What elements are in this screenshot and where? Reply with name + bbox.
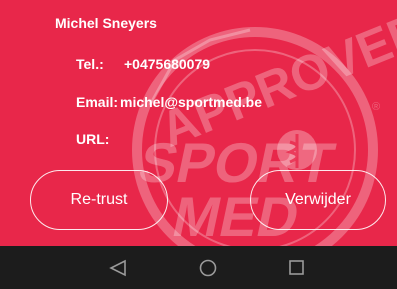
phone-row: Tel.: +0475680079 [76,56,210,72]
contact-name: Michel Sneyers [55,15,157,31]
contact-card: APPROVED SPORT MED ® Michel Sneyers Tel.… [0,0,397,246]
phone-value[interactable]: +0475680079 [124,56,210,72]
email-row: Email: michel@sportmed.be [76,94,262,110]
home-circle-icon[interactable] [198,259,218,279]
phone-label: Tel.: [76,56,104,72]
retrust-button[interactable]: Re-trust [30,170,168,230]
url-label: URL: [76,131,110,147]
email-label: Email: [76,94,119,110]
email-value[interactable]: michel@sportmed.be [120,94,262,110]
remove-button[interactable]: Verwijder [250,170,386,230]
url-row: URL: [76,131,109,147]
recents-square-icon[interactable] [288,259,306,277]
svg-text:®: ® [372,101,380,113]
back-triangle-icon[interactable] [108,259,128,277]
system-navigation-bar [0,246,397,289]
